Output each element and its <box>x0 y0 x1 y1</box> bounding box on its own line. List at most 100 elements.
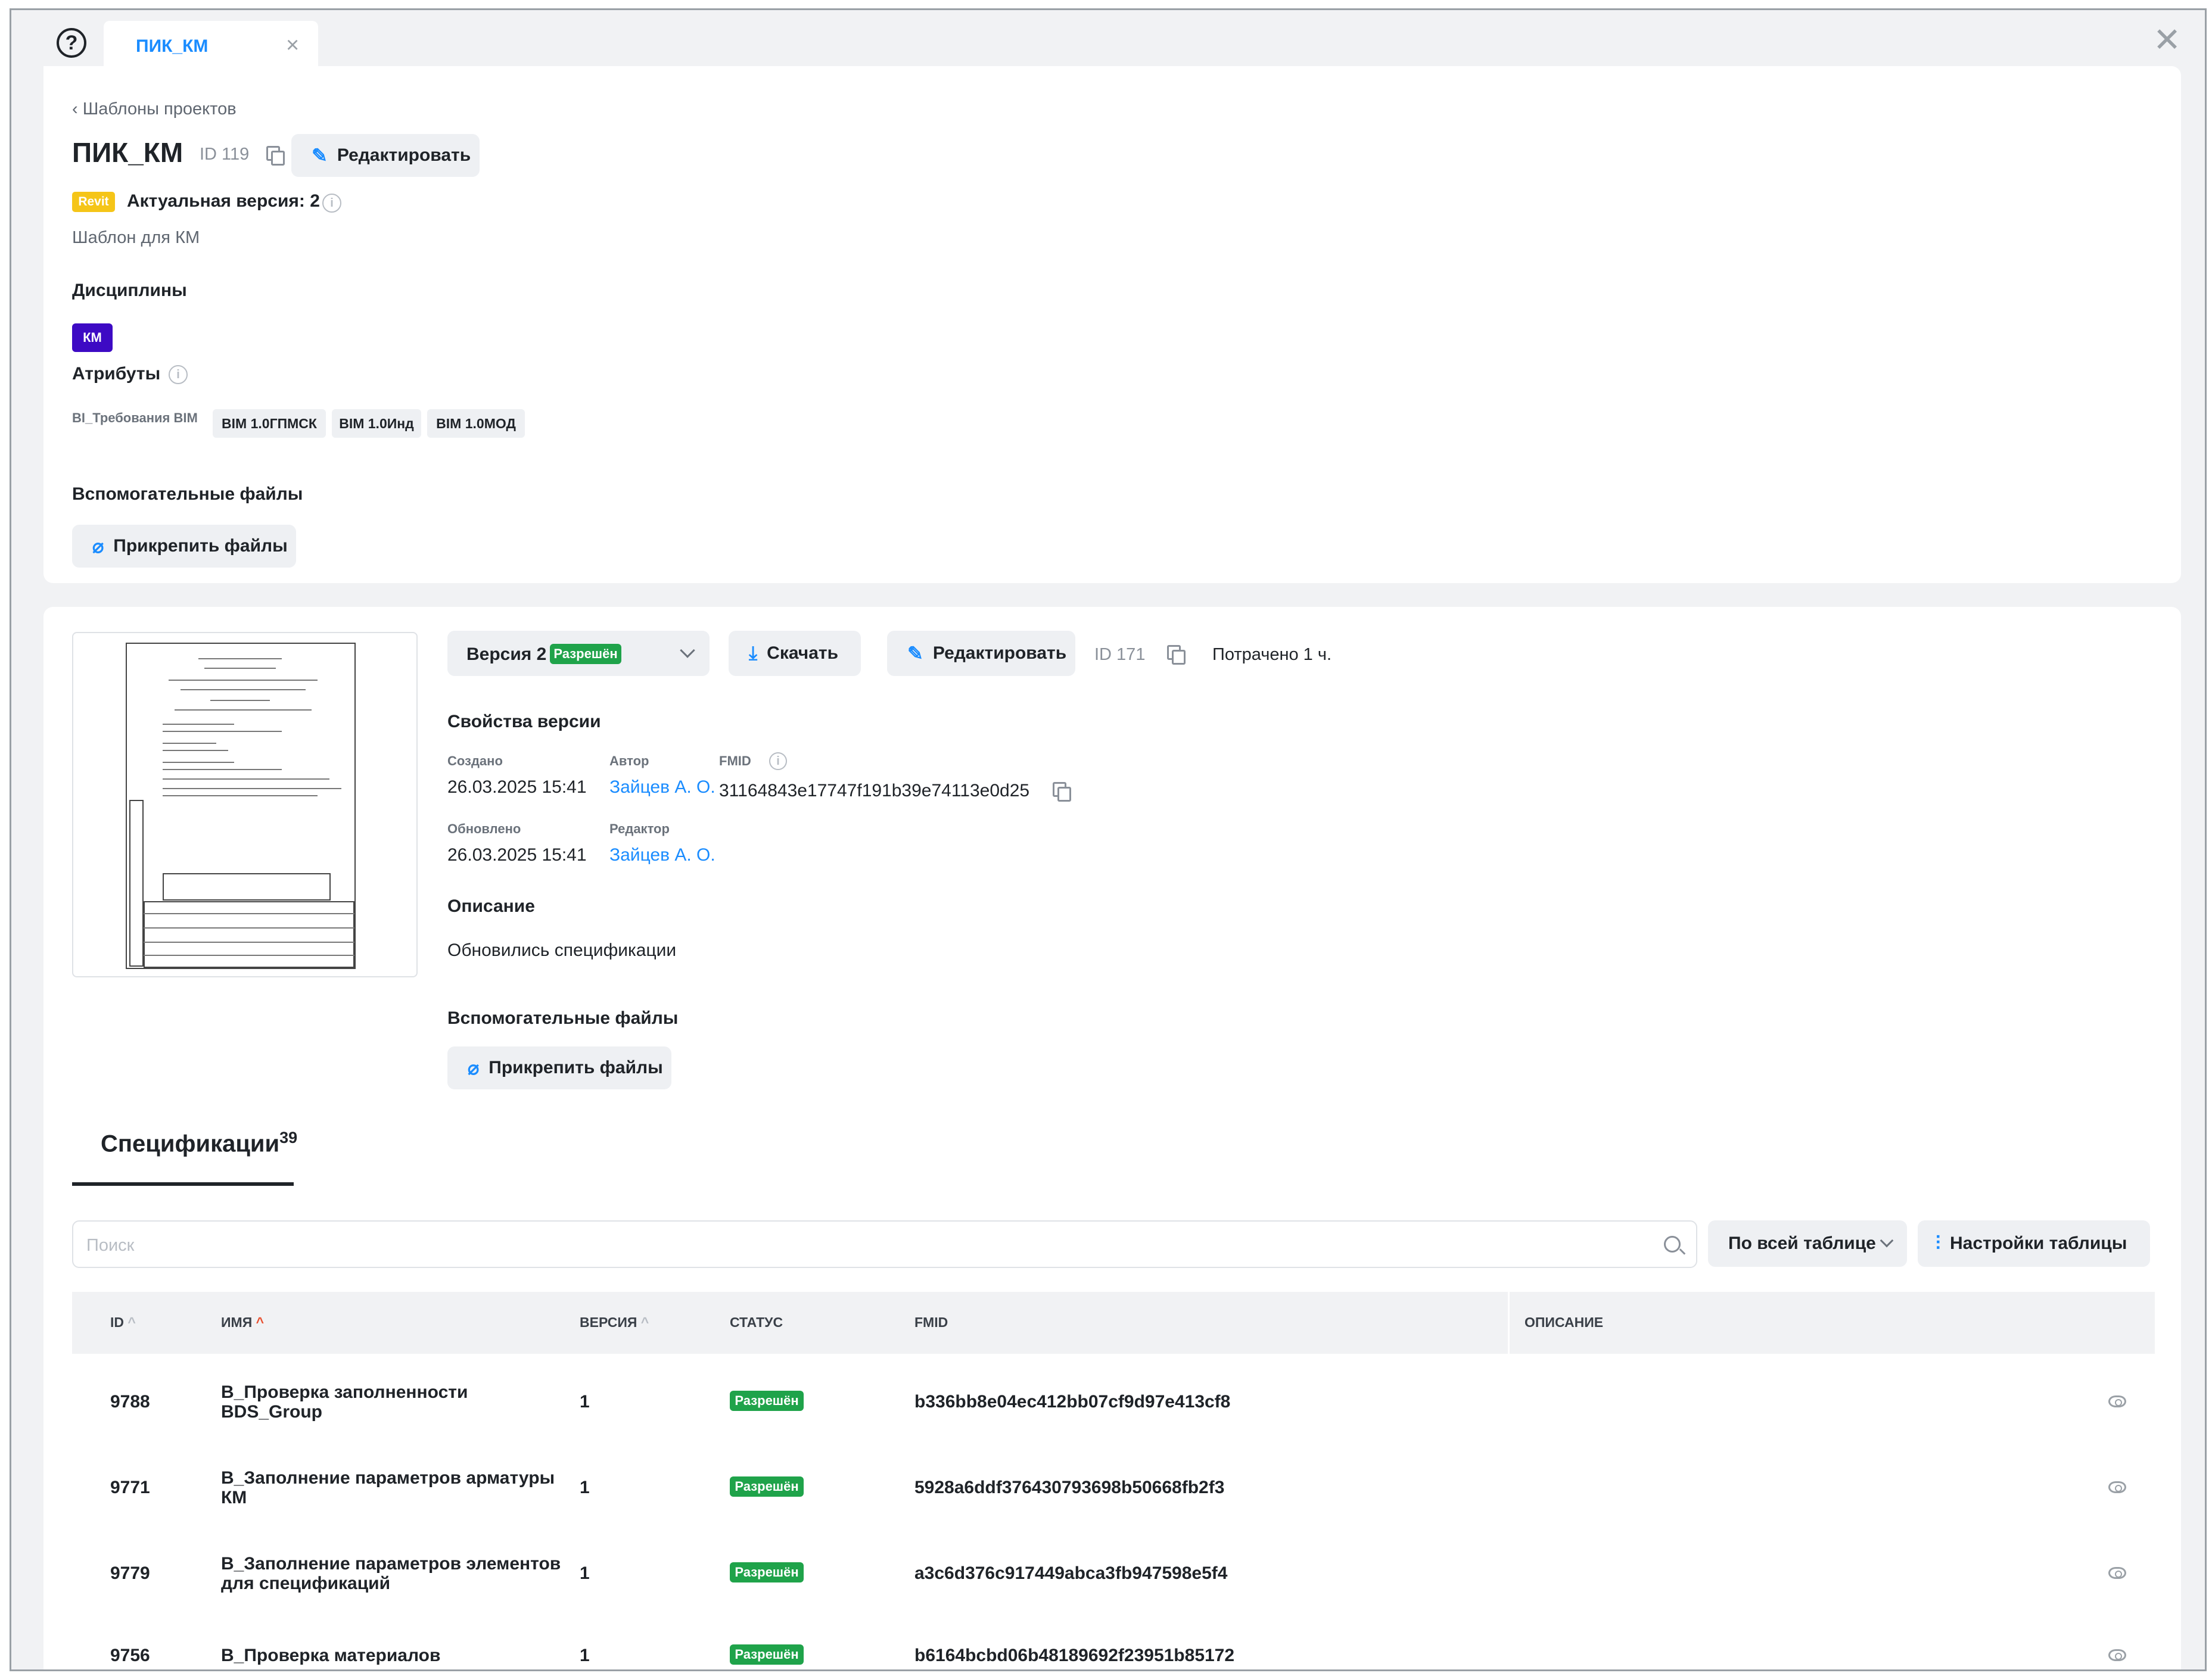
version-attach-files-button[interactable]: ⌀ Прикрепить файлы <box>447 1046 671 1089</box>
edit-version-label: Редактировать <box>932 643 1067 663</box>
app-window: ? ПИК_КМ × ✕ ‹ Шаблоны проектов ПИК_КМ I… <box>10 8 2207 1671</box>
version-attach-files-label: Прикрепить файлы <box>489 1058 663 1077</box>
fmid-value: 31164843e17747f191b39e74113e0d25 <box>719 781 1030 800</box>
window-close-icon[interactable]: ✕ <box>2153 23 2181 57</box>
download-label: Скачать <box>767 643 839 663</box>
edit-icon: ✎ <box>312 145 328 166</box>
info-icon[interactable]: i <box>169 365 188 384</box>
breadcrumb[interactable]: ‹ Шаблоны проектов <box>72 99 237 119</box>
attribute-chip: BIM 1.0ГПМСК <box>213 409 326 438</box>
help-icon[interactable]: ? <box>57 28 86 58</box>
table-row[interactable]: 9756 B_Проверка материалов 1 Разрешён b6… <box>72 1616 2155 1669</box>
cell-id: 9771 <box>110 1478 150 1497</box>
edit-template-button[interactable]: ✎ Редактировать <box>291 134 480 177</box>
tab-bar: ? ПИК_КМ × ✕ <box>11 10 2205 67</box>
version-id: ID 171 <box>1094 645 1146 664</box>
cell-version: 1 <box>580 1392 590 1412</box>
search-scope-select[interactable]: По всей таблице <box>1708 1220 1907 1267</box>
search-input[interactable]: Поиск <box>72 1220 1697 1268</box>
table-row[interactable]: 9788 B_Проверка заполненности BDS_Group 1… <box>72 1359 2155 1444</box>
version-properties-title: Свойства версии <box>447 712 601 731</box>
status-badge: Разрешён <box>730 1562 804 1582</box>
template-card: ‹ Шаблоны проектов ПИК_КМ ID 119 ✎ Редак… <box>43 66 2181 583</box>
version-card: Версия 2 Разрешён ⤓ Скачать ✎ Редактиров… <box>43 607 2181 1669</box>
eye-icon[interactable] <box>2108 1481 2126 1493</box>
time-spent: Потрачено 1 ч. <box>1212 645 1332 664</box>
eye-icon[interactable] <box>2108 1395 2126 1407</box>
description-title: Описание <box>447 896 535 916</box>
attribute-key: BI_Требования BIM <box>72 410 198 425</box>
version-aux-files-label: Вспомогательные файлы <box>447 1008 679 1028</box>
table-header: ID ^ ИМЯ ^ ВЕРСИЯ ^ СТАТУС FMID ОПИСАНИЕ <box>72 1292 2155 1354</box>
document-preview-image <box>126 643 356 969</box>
status-badge: Разрешён <box>730 1476 804 1497</box>
cell-version: 1 <box>580 1563 590 1583</box>
author-link[interactable]: Зайцев А. О. <box>609 777 715 797</box>
attach-files-button[interactable]: ⌀ Прикрепить файлы <box>72 525 296 568</box>
template-id: ID 119 <box>200 145 250 164</box>
tab-specifications[interactable]: Спецификации39 <box>101 1129 297 1157</box>
cell-id: 9779 <box>110 1563 150 1583</box>
download-button[interactable]: ⤓ Скачать <box>729 631 861 676</box>
disciplines-label: Дисциплины <box>72 281 187 300</box>
column-header-fmid[interactable]: FMID <box>914 1314 948 1331</box>
table-settings-label: Настройки таблицы <box>1950 1233 2127 1253</box>
revit-badge: Revit <box>72 192 115 212</box>
cell-version: 1 <box>580 1478 590 1497</box>
table-settings-button[interactable]: ⫶ Настройки таблицы <box>1918 1220 2150 1267</box>
version-select[interactable]: Версия 2 Разрешён <box>447 631 710 676</box>
copy-icon[interactable] <box>266 146 285 166</box>
cell-name: B_Заполнение параметров арматуры КМ <box>221 1468 555 1507</box>
column-header-id[interactable]: ID ^ <box>110 1314 136 1331</box>
status-badge: Разрешён <box>550 644 621 664</box>
eye-icon[interactable] <box>2108 1567 2126 1579</box>
edit-version-button[interactable]: ✎ Редактировать <box>887 631 1075 676</box>
created-value: 26.03.2025 15:41 <box>447 777 587 797</box>
cell-name: B_Проверка материалов <box>221 1646 441 1665</box>
cell-version: 1 <box>580 1646 590 1665</box>
template-description: Шаблон для КМ <box>72 228 200 247</box>
version-select-label: Версия 2 <box>466 644 547 664</box>
copy-icon[interactable] <box>1053 782 1071 802</box>
paperclip-icon: ⌀ <box>468 1057 480 1079</box>
close-icon[interactable]: × <box>286 33 299 58</box>
cell-name: B_Заполнение параметров элементов для спе… <box>221 1554 561 1593</box>
eye-icon[interactable] <box>2108 1649 2126 1661</box>
fmid-label: FMID <box>719 753 751 768</box>
column-header-name[interactable]: ИМЯ ^ <box>221 1314 264 1331</box>
column-header-description[interactable]: ОПИСАНИЕ <box>1525 1314 1603 1331</box>
version-preview-thumbnail[interactable] <box>72 632 418 977</box>
chevron-down-icon <box>1880 1233 1894 1248</box>
paperclip-icon: ⌀ <box>92 535 104 557</box>
author-label: Автор <box>609 753 649 768</box>
active-tab-indicator <box>72 1182 294 1186</box>
cell-fmid: 5928a6ddf376430793698b50668fb2f3 <box>914 1478 1225 1497</box>
chevron-down-icon <box>680 643 695 658</box>
table-row[interactable]: 9779 B_Заполнение параметров элементов дл… <box>72 1530 2155 1616</box>
search-placeholder: Поиск <box>86 1236 135 1255</box>
tab-pik-km[interactable]: ПИК_КМ × <box>104 21 318 67</box>
cell-fmid: b336bb8e04ec412bb07cf9d97e413cf8 <box>914 1392 1231 1412</box>
column-header-version[interactable]: ВЕРСИЯ ^ <box>580 1314 649 1331</box>
search-icon[interactable] <box>1664 1236 1681 1253</box>
editor-link[interactable]: Зайцев А. О. <box>609 845 715 865</box>
table-row[interactable]: 9771 B_Заполнение параметров арматуры КМ … <box>72 1444 2155 1530</box>
info-icon[interactable]: i <box>322 194 341 213</box>
attribute-chip: BIM 1.0Инд <box>332 409 421 438</box>
attach-files-label: Прикрепить файлы <box>113 536 288 556</box>
created-label: Создано <box>447 753 503 768</box>
attribute-chip: BIM 1.0МОД <box>427 409 525 438</box>
page-title: ПИК_КМ <box>72 137 183 168</box>
tab-label: ПИК_КМ <box>136 36 209 56</box>
copy-icon[interactable] <box>1167 645 1186 665</box>
actual-version: Актуальная версия: 2 <box>127 191 320 211</box>
column-header-status[interactable]: СТАТУС <box>730 1314 783 1331</box>
download-icon: ⤓ <box>749 642 758 663</box>
cell-id: 9788 <box>110 1392 150 1412</box>
search-scope-label: По всей таблице <box>1728 1233 1876 1253</box>
info-icon[interactable]: i <box>769 752 787 770</box>
cell-name: B_Проверка заполненности BDS_Group <box>221 1382 468 1422</box>
settings-sliders-icon: ⫶ <box>1936 1232 1941 1254</box>
edit-template-label: Редактировать <box>337 145 471 165</box>
cell-fmid: a3c6d376c917449abca3fb947598e5f4 <box>914 1563 1228 1583</box>
